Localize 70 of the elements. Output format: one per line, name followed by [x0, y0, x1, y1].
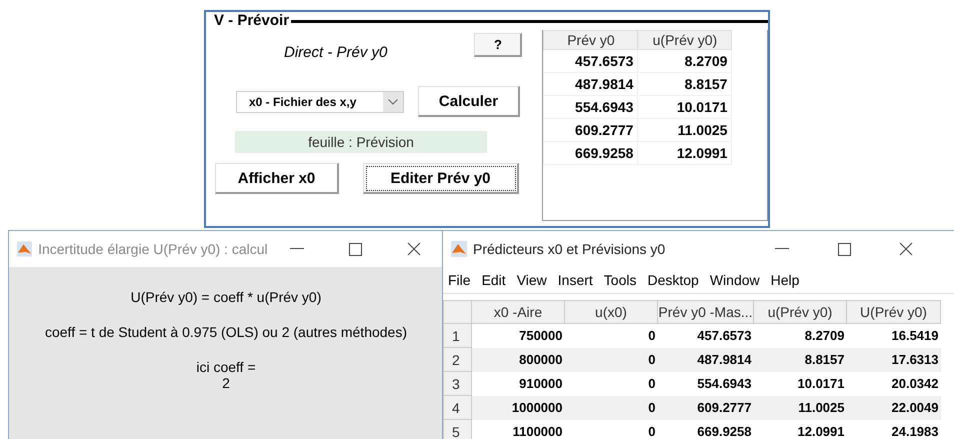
table-cell: 22.0049: [846, 396, 940, 420]
minimize-icon[interactable]: [775, 248, 789, 250]
menu-item[interactable]: Insert: [558, 272, 593, 288]
source-dropdown[interactable]: x0 - Fichier des x,y: [236, 90, 404, 112]
table-cell: 457.6573: [544, 50, 638, 72]
window-title: Incertitude élargie U(Prév y0) : calcul: [38, 241, 268, 257]
table-cell: 8.8157: [638, 72, 732, 96]
app-logo-icon: [17, 241, 32, 257]
row-number: 1: [444, 324, 472, 348]
table-cell: 1100000: [472, 420, 564, 439]
table-cell: 554.6943: [544, 96, 638, 118]
column-header: x0 -Aire: [472, 300, 564, 324]
table-cell: 24.1983: [846, 420, 940, 439]
menu-item[interactable]: Help: [770, 272, 800, 288]
table-cell: 609.2777: [658, 396, 754, 420]
formula-text: coeff = t de Student à 0.975 (OLS) ou 2 (autres méthodes): [44, 324, 408, 340]
action-button[interactable]: Editer Prév y0: [363, 163, 519, 194]
action-button[interactable]: Afficher x0: [215, 163, 339, 194]
table-cell: 669.9258: [658, 420, 754, 439]
column-header: u(Prév y0): [638, 30, 732, 50]
sheet-label: feuille : Prévision: [235, 131, 487, 153]
table-cell: 17.6313: [846, 348, 940, 372]
table-cell: 0: [564, 348, 658, 372]
table-cell: 12.0991: [638, 142, 732, 164]
table-cell: 0: [564, 396, 658, 420]
table-cell: 487.9814: [658, 348, 754, 372]
formula-text: U(Prév y0) = coeff * u(Prév y0): [130, 289, 322, 305]
close-icon[interactable]: [899, 242, 913, 256]
table-cell: 800000: [472, 348, 564, 372]
column-header: u(Prév y0): [754, 300, 846, 324]
row-number: 3: [444, 372, 472, 396]
minimize-icon[interactable]: [290, 248, 304, 250]
table-cell: 8.2709: [638, 50, 732, 72]
table-cell: 1000000: [472, 396, 564, 420]
menu-item[interactable]: Edit: [482, 272, 506, 288]
maximize-icon[interactable]: [838, 242, 850, 256]
table-cell: 10.0171: [638, 96, 732, 118]
table-cell: 0: [564, 420, 658, 439]
column-header: U(Prév y0): [846, 300, 940, 324]
table-cell: 12.0991: [754, 420, 846, 439]
column-header: u(x0): [564, 300, 658, 324]
table-cell: 8.8157: [754, 348, 846, 372]
app-logo-icon: [451, 241, 467, 257]
menu-item[interactable]: Desktop: [647, 272, 699, 288]
table-cell: 487.9814: [544, 72, 638, 96]
mode-label: Direct - Prév y0: [284, 44, 388, 61]
maximize-icon[interactable]: [348, 242, 362, 256]
column-header: Prév y0: [544, 30, 638, 50]
caret-icon: [388, 98, 398, 104]
formula-text: 2: [222, 375, 230, 391]
menu-item[interactable]: Window: [710, 272, 760, 288]
table-cell: 11.0025: [638, 118, 732, 142]
table-cell: 910000: [472, 372, 564, 396]
help-button[interactable]: ?: [474, 32, 522, 56]
formula-text: ici coeff =: [196, 359, 256, 375]
group-title: V - Prévoir: [213, 12, 290, 28]
calculate-button[interactable]: Calculer: [418, 86, 520, 117]
table-cell: 750000: [472, 324, 564, 348]
menu-item[interactable]: Tools: [604, 272, 636, 288]
menu-item[interactable]: View: [516, 272, 547, 288]
table-cell: 11.0025: [754, 396, 846, 420]
row-number: 4: [444, 396, 472, 420]
column-header: Prév y0 -Mas...: [658, 300, 754, 324]
row-number: 5: [444, 420, 472, 439]
menu-item[interactable]: File: [448, 272, 471, 288]
table-cell: 669.9258: [544, 142, 638, 164]
window-title: Prédicteurs x0 et Prévisions y0: [473, 241, 666, 257]
row-number: 2: [444, 348, 472, 372]
close-icon[interactable]: [406, 242, 421, 256]
table-cell: 609.2777: [544, 118, 638, 142]
